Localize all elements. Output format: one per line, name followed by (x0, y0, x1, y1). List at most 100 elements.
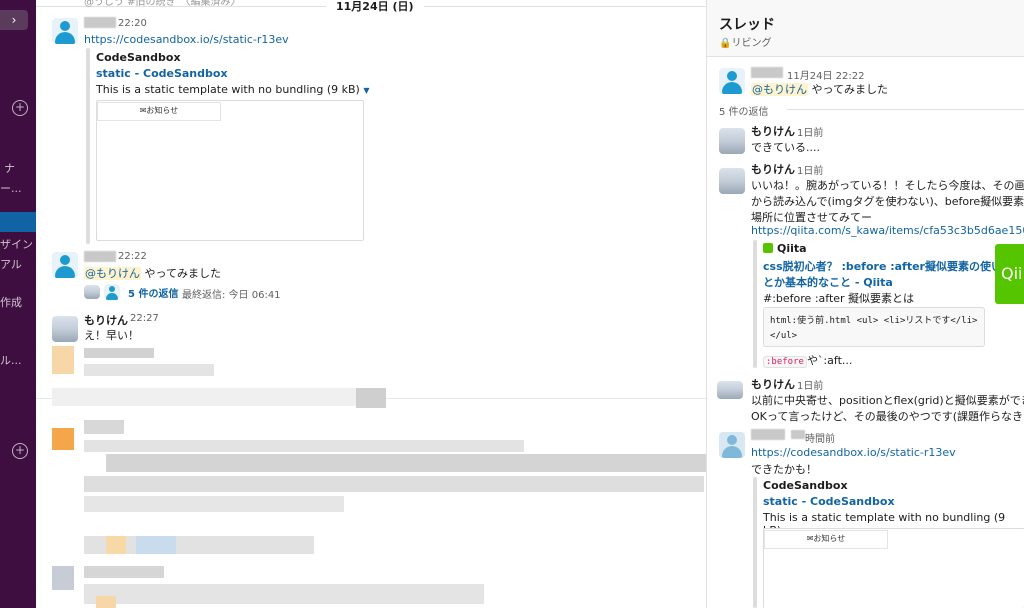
pixelated-text (84, 566, 164, 578)
unfurl-preview-image[interactable]: ✉お知らせ (96, 100, 364, 241)
sidebar-item[interactable]: ザイン (0, 236, 33, 252)
message-link[interactable]: https://qiita.com/s_kawa/items/cfa53c3b5… (751, 224, 1024, 237)
inline-code: :before (763, 356, 807, 368)
user-avatar[interactable] (52, 316, 78, 342)
sidebar-item[interactable]: 作成 (0, 294, 22, 310)
attachment-bar (753, 477, 757, 608)
pixelated-text (84, 348, 154, 358)
sidebar-item[interactable]: ー... (0, 180, 22, 196)
pixelated-avatar (52, 566, 74, 590)
message-timestamp[interactable]: 1日前 (797, 162, 823, 177)
sidebar-item[interactable]: アル (0, 256, 22, 272)
pixelated-avatar[interactable] (719, 432, 745, 458)
pixelated-text (106, 536, 126, 554)
default-avatar-icon (104, 284, 120, 300)
unfurl-site: CodeSandbox (763, 479, 848, 492)
message-timestamp[interactable]: 時間前 (805, 430, 835, 445)
pixelated-text (356, 388, 386, 408)
unfurl-description: #:before :after 擬似要素とは (763, 292, 915, 305)
message-timestamp[interactable]: 22:22 (118, 251, 147, 262)
message-text: @もりけん やってみました (84, 265, 221, 281)
truncated-message: @うじう #旧の続き 〈編集済み〉 (84, 0, 241, 8)
message-timestamp[interactable]: 22:20 (118, 18, 147, 29)
caret-down-icon[interactable]: ▼ (363, 86, 369, 95)
code-line: html:使う前.html <ul> <li>リストです</li> (770, 316, 978, 326)
message-timestamp[interactable]: 11月24日 22:22 (787, 67, 864, 82)
message-body: やってみました (811, 83, 888, 96)
code-block: html:使う前.html <ul> <li>リストです</li> </ul> (763, 307, 985, 347)
unfurl-title[interactable]: static - CodeSandbox (96, 67, 228, 80)
blurred-time (791, 430, 805, 439)
attachment-bar (86, 48, 90, 244)
channel-messages: 11月24日 (日) @うじう #旧の続き 〈編集済み〉 22:20 https… (36, 0, 706, 608)
mail-icon: ✉お知らせ (97, 102, 221, 121)
message-timestamp[interactable]: 22:27 (130, 313, 159, 324)
user-avatar[interactable] (717, 381, 743, 399)
message-text: 場所に位置させてみてー (751, 211, 872, 224)
blurred-username (751, 67, 783, 78)
message-username[interactable]: もりけん (751, 123, 795, 139)
message-body: やってみました (144, 267, 221, 280)
message-link[interactable]: https://codesandbox.io/s/static-r13ev (84, 33, 289, 46)
reply-avatar (84, 285, 100, 299)
default-avatar-icon[interactable] (52, 18, 78, 44)
user-avatar[interactable] (719, 128, 745, 154)
slack-window: › + ナ ー... ザイン アル 作成 ル... + 11月24日 (日) @… (0, 0, 1024, 608)
sidebar-item[interactable]: ナ (4, 160, 15, 176)
user-avatar[interactable] (719, 168, 745, 194)
mail-icon: ✉お知らせ (764, 530, 888, 549)
lock-icon[interactable]: 🔒リビング (719, 34, 771, 49)
unfurl-desc-text: This is a static template with no bundli… (96, 83, 360, 96)
message-username[interactable]: もりけん (84, 312, 128, 328)
pixelated-text (84, 364, 214, 376)
unfurl-title[interactable]: css脱初心者？ :before :after擬似要素の使い方 (763, 258, 1013, 274)
message-text: @もりけん やってみました (751, 81, 888, 97)
pixelated-avatar (52, 346, 74, 374)
unfurl-description: This is a static template with no bundli… (96, 83, 370, 96)
user-mention[interactable]: @もりけん (751, 83, 808, 96)
unfurl-site: Qiita (763, 242, 807, 255)
unfurl-site-name: Qiita (777, 242, 807, 255)
chevron-right-icon[interactable]: › (0, 10, 28, 30)
message-text: え！早い！ (84, 329, 139, 342)
qiita-icon (763, 243, 773, 253)
unfurl-preview-image[interactable]: ✉お知らせ (763, 528, 1024, 608)
pixelated-text (136, 536, 176, 554)
message-link[interactable]: https://codesandbox.io/s/static-r13ev (751, 446, 956, 459)
message-text: できている.... (751, 141, 820, 154)
message-username[interactable]: もりけん (751, 161, 795, 177)
unfurl-title[interactable]: とか基本的なこと - Qiita (763, 274, 893, 290)
replies-count: 5 件の返信 (719, 107, 769, 118)
message-timestamp[interactable]: 1日前 (797, 124, 823, 139)
unfurl-site: CodeSandbox (96, 51, 181, 64)
workspace-sidebar: › + ナ ー... ザイン アル 作成 ル... + (0, 0, 36, 608)
unfurl-title[interactable]: static - CodeSandbox (763, 495, 895, 508)
attachment-bar (753, 240, 757, 368)
plus-circle-icon[interactable]: + (12, 100, 28, 116)
thread-header: スレッド 🔒リビング (707, 0, 1024, 57)
pixelated-avatar (52, 428, 74, 450)
date-label[interactable]: 11月24日 (日) (326, 0, 424, 14)
pixelated-text (106, 454, 706, 472)
user-mention[interactable]: @もりけん (84, 267, 141, 280)
default-avatar-icon[interactable] (52, 252, 78, 278)
snippet-text: や`:aft... (806, 354, 853, 367)
last-reply-time: 最終返信: 今日 06:41 (182, 290, 281, 301)
thread-replies-link[interactable]: 5 件の返信 (128, 285, 178, 300)
divider (787, 109, 1024, 110)
code-line: </ul> (770, 331, 798, 341)
pixelated-text (96, 596, 116, 608)
pixelated-text (84, 496, 344, 512)
message-timestamp[interactable]: 1日前 (797, 377, 823, 392)
sidebar-active-item[interactable] (0, 212, 36, 232)
thread-title: スレッド (719, 17, 775, 33)
message-text: いいね！。腕あがっている！！そしたら今度は、その画像を (751, 179, 1024, 192)
message-text: できたかも！ (751, 463, 817, 476)
message-text: から読み込んで(imgタグを使わない)、before擬似要素を使っ (751, 195, 1024, 208)
default-avatar-icon[interactable] (719, 68, 745, 94)
plus-circle-icon[interactable]: + (12, 443, 28, 459)
sidebar-item[interactable]: ル... (0, 352, 22, 368)
pixelated-text (52, 388, 362, 406)
qiita-thumbnail[interactable]: Qii (995, 244, 1024, 304)
message-username[interactable]: もりけん (751, 376, 795, 392)
